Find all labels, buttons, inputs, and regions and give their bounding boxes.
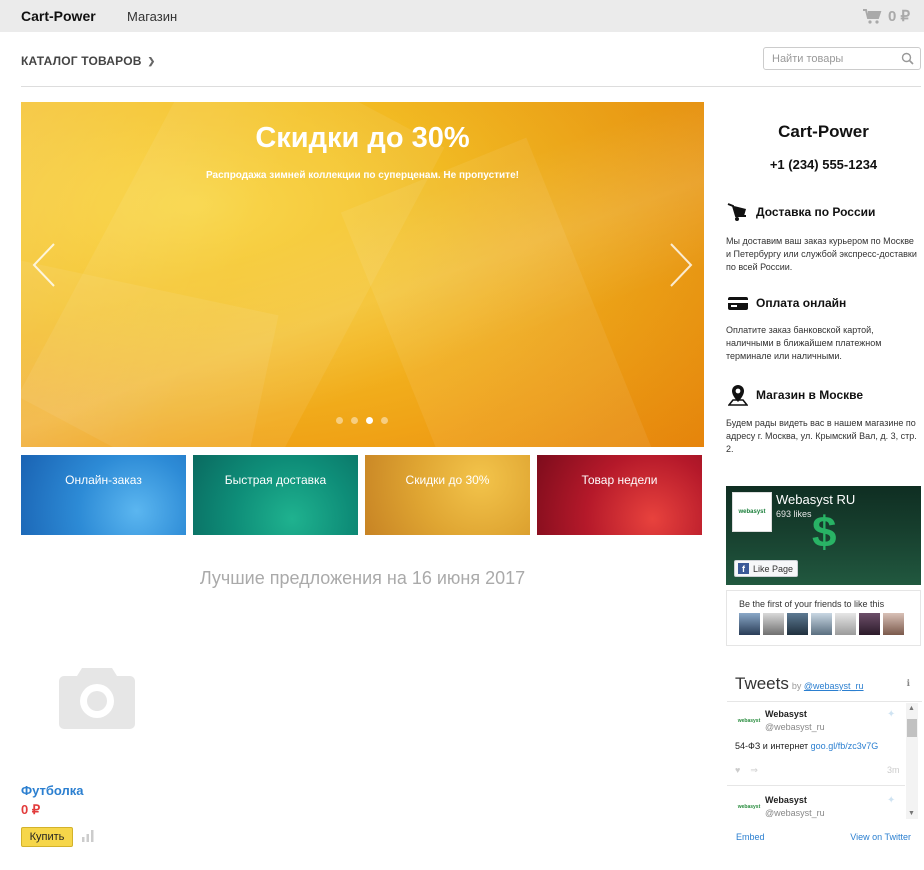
promo-tile-product-of-week[interactable]: Товар недели bbox=[537, 455, 702, 535]
credit-card-icon bbox=[726, 292, 750, 314]
tweets-scrollbar[interactable]: ▲ ▼ bbox=[906, 703, 918, 819]
friend-avatar[interactable] bbox=[739, 613, 760, 635]
scroll-down-icon[interactable]: ▼ bbox=[908, 810, 915, 817]
feature-store-title: Магазин в Москве bbox=[726, 384, 863, 406]
product-price: 0 ₽ bbox=[21, 802, 41, 817]
tweet-time[interactable]: 3m bbox=[887, 765, 900, 775]
top-bar: Cart-Power Магазин 0 ₽ bbox=[0, 0, 924, 32]
product-name-link[interactable]: Футболка bbox=[21, 783, 84, 798]
feature-delivery-title: Доставка по России bbox=[726, 201, 875, 223]
chevron-down-icon: ❯ bbox=[147, 55, 156, 66]
facebook-icon: f bbox=[738, 563, 749, 574]
facebook-widget[interactable]: webasyst Webasyst RU 693 likes $ f Like … bbox=[726, 486, 921, 585]
compare-icon[interactable] bbox=[81, 830, 95, 842]
tweet-author[interactable]: Webasyst bbox=[765, 795, 807, 805]
twitter-footer: Embed View on Twitter bbox=[726, 832, 911, 842]
view-on-twitter-link[interactable]: View on Twitter bbox=[850, 832, 911, 842]
facebook-friends-text: Be the first of your friends to like thi… bbox=[739, 599, 885, 609]
promo-tile-discounts[interactable]: Скидки до 30% bbox=[365, 455, 530, 535]
slider-dot[interactable] bbox=[351, 417, 358, 424]
twitter-header: Tweets by @webasyst_ru bbox=[735, 674, 864, 693]
facebook-page-name[interactable]: Webasyst RU bbox=[776, 492, 855, 507]
cart-button[interactable]: 0 ₽ bbox=[862, 7, 910, 25]
friend-avatar[interactable] bbox=[859, 613, 880, 635]
feature-store-text: Будем рады видеть вас в нашем магазине п… bbox=[726, 418, 917, 454]
search-icon[interactable] bbox=[901, 52, 914, 65]
friend-avatar[interactable] bbox=[883, 613, 904, 635]
slider-dot[interactable] bbox=[381, 417, 388, 424]
feature-delivery-text: Мы доставим ваш заказ курьером по Москве… bbox=[726, 236, 917, 272]
twitter-widget: Tweets by @webasyst_ru ℹ webasyst Webasys… bbox=[726, 668, 922, 828]
friend-avatar[interactable] bbox=[763, 613, 784, 635]
facebook-page-logo[interactable]: webasyst bbox=[732, 492, 772, 532]
catalog-label: КАТАЛОГ ТОВАРОВ bbox=[21, 54, 142, 68]
promo-tile-online-order[interactable]: Онлайн-заказ bbox=[21, 455, 186, 535]
sidebar-phone: +1 (234) 555-1234 bbox=[769, 157, 878, 172]
slider-dot[interactable] bbox=[336, 417, 343, 424]
facebook-like-button[interactable]: f Like Page bbox=[734, 560, 798, 577]
tweet-handle[interactable]: @webasyst_ru bbox=[765, 722, 825, 732]
info-icon[interactable]: ℹ bbox=[907, 678, 910, 689]
tweet-author[interactable]: Webasyst bbox=[765, 709, 807, 719]
facebook-likes-count: 693 likes bbox=[776, 509, 812, 519]
facebook-faces bbox=[739, 613, 904, 635]
delivery-cart-icon bbox=[726, 201, 750, 223]
buy-button[interactable]: Купить bbox=[21, 827, 73, 847]
search-input[interactable] bbox=[764, 48, 892, 69]
map-pin-icon bbox=[726, 384, 750, 406]
slider-dots bbox=[336, 417, 388, 424]
hero-title: Скидки до 30% bbox=[255, 122, 470, 154]
camera-placeholder-icon[interactable] bbox=[58, 664, 136, 730]
tweet-handle[interactable]: @webasyst_ru bbox=[765, 808, 825, 818]
embed-link[interactable]: Embed bbox=[736, 832, 765, 842]
dollar-logo-icon: $ bbox=[812, 508, 837, 557]
sidebar-title: Cart-Power bbox=[778, 122, 869, 141]
site-logo[interactable]: Cart-Power bbox=[21, 8, 96, 24]
tweet-link[interactable]: goo.gl/fb/zc3v7G bbox=[811, 741, 879, 751]
cart-icon bbox=[862, 9, 882, 24]
feature-payment-title: Оплата онлайн bbox=[726, 292, 846, 314]
twitter-handle-link[interactable]: @webasyst_ru bbox=[804, 681, 864, 691]
scroll-thumb[interactable] bbox=[907, 719, 917, 737]
next-slide-icon[interactable] bbox=[665, 242, 695, 288]
tweet-avatar[interactable]: webasyst bbox=[735, 793, 763, 821]
hero-slider[interactable]: Скидки до 30% Распродажа зимней коллекци… bbox=[21, 102, 704, 447]
facebook-friends: Be the first of your friends to like thi… bbox=[726, 590, 921, 646]
tweet-text: 54-ФЗ и интернет goo.gl/fb/zc3v7G bbox=[735, 741, 879, 751]
scroll-up-icon[interactable]: ▲ bbox=[908, 705, 915, 712]
twitter-bird-icon: ✦ bbox=[887, 795, 896, 806]
prev-slide-icon[interactable] bbox=[30, 242, 60, 288]
promo-tiles: Онлайн-заказ Быстрая доставка Скидки до … bbox=[21, 455, 702, 535]
cart-total: 0 ₽ bbox=[887, 8, 910, 25]
offers-heading: Лучшие предложения на 16 июня 2017 bbox=[199, 568, 526, 588]
tweet-avatar[interactable]: webasyst bbox=[735, 707, 763, 735]
friend-avatar[interactable] bbox=[835, 613, 856, 635]
slider-dot-active[interactable] bbox=[366, 417, 373, 424]
promo-tile-fast-delivery[interactable]: Быстрая доставка bbox=[193, 455, 358, 535]
twitter-bird-icon: ✦ bbox=[887, 709, 896, 720]
header-divider bbox=[21, 86, 921, 87]
tweet-actions: ♥ ⇒ bbox=[735, 765, 758, 776]
search-box bbox=[763, 47, 921, 70]
friend-avatar[interactable] bbox=[811, 613, 832, 635]
shop-link[interactable]: Магазин bbox=[127, 9, 177, 24]
friend-avatar[interactable] bbox=[787, 613, 808, 635]
hero-subtitle: Распродажа зимней коллекции по суперцена… bbox=[206, 170, 519, 181]
feature-payment-text: Оплатите заказ банковской картой, наличн… bbox=[726, 325, 882, 361]
catalog-menu[interactable]: КАТАЛОГ ТОВАРОВ ❯ bbox=[21, 54, 155, 68]
share-icon[interactable]: ⇒ bbox=[750, 765, 758, 775]
heart-icon[interactable]: ♥ bbox=[735, 765, 740, 775]
